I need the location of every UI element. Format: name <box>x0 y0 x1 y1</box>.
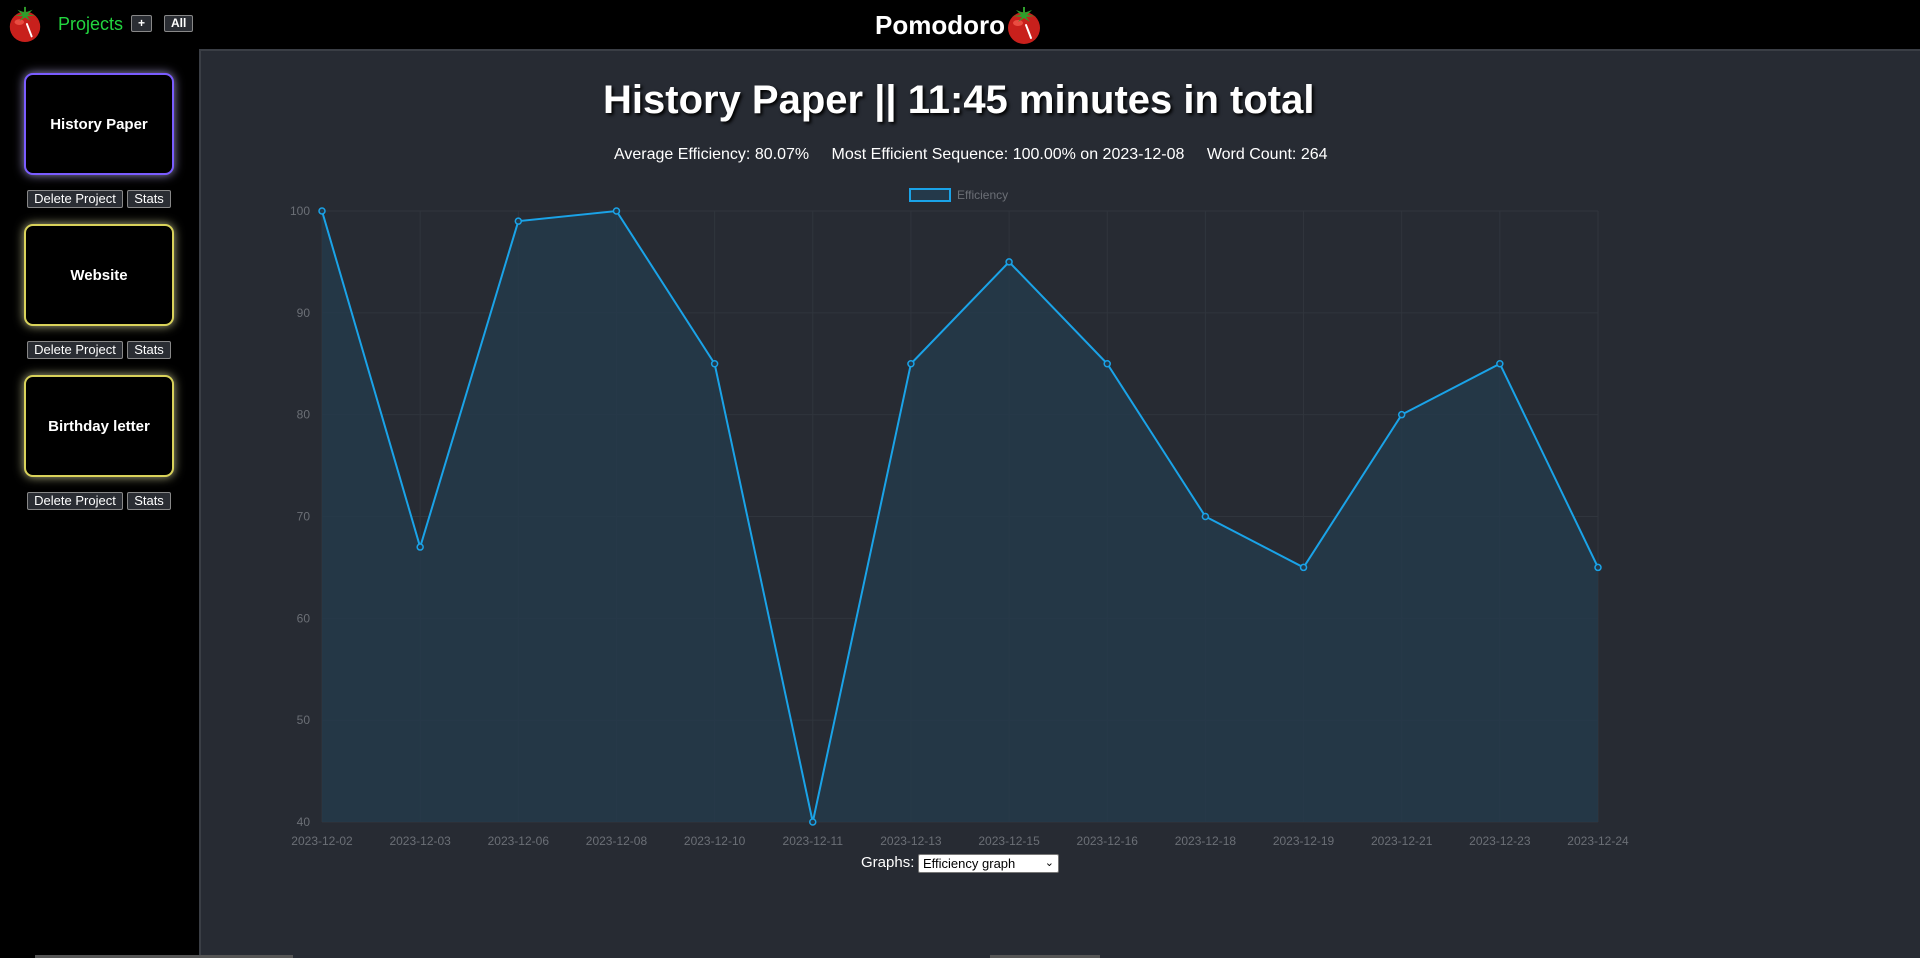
x-tick-label: 2023-12-23 <box>1469 834 1531 848</box>
x-tick-label: 2023-12-16 <box>1077 834 1139 848</box>
efficiency-chart: 40 50 60 70 80 90 100 2023-12-02 2023-12-03 2023-… <box>290 188 1629 848</box>
x-tick-label: 2023-12-13 <box>880 834 942 848</box>
graphs-label: Graphs: <box>861 854 915 871</box>
x-tick-label: 2023-12-02 <box>291 834 353 848</box>
data-point <box>1103 360 1111 368</box>
x-tick-label: 2023-12-19 <box>1273 834 1335 848</box>
x-tick-label: 2023-12-03 <box>389 834 451 848</box>
x-tick-label: 2023-12-18 <box>1175 834 1237 848</box>
y-tick-label: 100 <box>290 204 310 218</box>
x-tick-label: 2023-12-24 <box>1567 834 1629 848</box>
y-tick-label: 70 <box>297 510 311 524</box>
y-tick-label: 40 <box>297 815 311 829</box>
legend-swatch <box>909 188 951 202</box>
data-point <box>907 360 915 368</box>
chevron-down-icon: ⌄ <box>1044 857 1054 869</box>
data-point <box>809 818 817 826</box>
data-point <box>514 217 523 225</box>
y-tick-label: 60 <box>297 611 311 625</box>
legend-label: Efficiency <box>957 188 1008 202</box>
x-tick-label: 2023-12-08 <box>586 834 648 848</box>
x-tick-label: 2023-12-15 <box>978 834 1040 848</box>
data-point <box>1397 410 1406 419</box>
data-point <box>1201 512 1210 521</box>
data-point <box>318 207 326 215</box>
x-tick-label: 2023-12-10 <box>684 834 746 848</box>
graph-type-select[interactable]: Efficiency graph ⌄ <box>918 854 1059 873</box>
data-point <box>416 543 424 551</box>
x-tick-label: 2023-12-06 <box>488 834 550 848</box>
y-tick-label: 80 <box>297 408 311 422</box>
series-area <box>322 211 1598 822</box>
data-point <box>1005 258 1013 266</box>
y-tick-label: 90 <box>297 306 311 320</box>
graph-type-value: Efficiency graph <box>923 856 1016 871</box>
data-point <box>1299 563 1308 572</box>
data-point <box>612 207 621 215</box>
x-tick-label: 2023-12-11 <box>783 834 844 848</box>
data-point <box>1594 563 1602 572</box>
data-point <box>1496 360 1504 368</box>
y-tick-label: 50 <box>297 713 311 727</box>
x-tick-label: 2023-12-21 <box>1371 834 1433 848</box>
data-point <box>710 360 719 368</box>
